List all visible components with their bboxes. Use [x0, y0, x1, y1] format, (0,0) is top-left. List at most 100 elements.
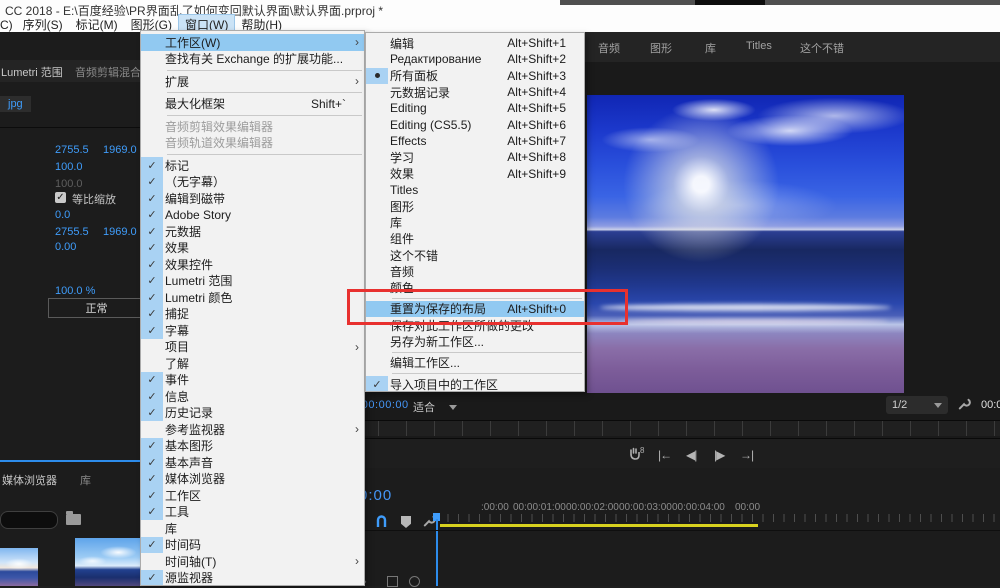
menu-item[interactable]: 组件 — [366, 231, 584, 247]
work-area-bar[interactable] — [440, 524, 758, 527]
menu-item[interactable]: ✓信息 — [141, 388, 364, 405]
menu-item[interactable]: ✓标记 — [141, 157, 364, 174]
menu-item[interactable]: ✓事件 — [141, 372, 364, 389]
effect-parameter-value[interactable]: 0.00 — [55, 241, 76, 253]
menu-item-label: 元数据 — [165, 223, 201, 240]
menu-item[interactable]: 音频轨道效果编辑器 — [141, 135, 364, 152]
menu-item-label: 库 — [390, 214, 402, 231]
clip-name-tab[interactable]: jpg — [0, 96, 31, 112]
menu-item[interactable]: Editing (CS5.5)Alt+Shift+6 — [366, 116, 584, 132]
menu-item-label: 组件 — [390, 230, 414, 247]
menu-item[interactable]: 查找有关 Exchange 的扩展功能... — [141, 51, 364, 68]
tab-libraries[interactable]: 库 — [80, 472, 91, 488]
panel-tab[interactable]: 音频 — [598, 40, 620, 56]
menu-item[interactable]: 音频 — [366, 263, 584, 279]
settings-wrench-icon[interactable] — [957, 397, 971, 416]
effect-parameter-value[interactable]: 1969.0 — [103, 226, 137, 238]
window-menu-popup: 工作区(W)›查找有关 Exchange 的扩展功能... 扩展› 最大化框架Shi… — [140, 30, 365, 586]
menu-item[interactable]: 学习Alt+Shift+8 — [366, 149, 584, 165]
menu-item[interactable]: 另存为新工作区... — [366, 333, 584, 349]
menu-item[interactable]: 元数据记录Alt+Shift+4 — [366, 84, 584, 100]
go-to-out-button[interactable]: →| — [740, 448, 753, 462]
menu-item[interactable]: 参考监视器› — [141, 421, 364, 438]
menu-item[interactable]: 项目› — [141, 339, 364, 356]
menu-item[interactable]: ✓源监视器 — [141, 570, 364, 587]
menu-item[interactable]: EditingAlt+Shift+5 — [366, 100, 584, 116]
blend-mode-dropdown[interactable]: 正常 — [48, 298, 145, 318]
menu-item[interactable]: 效果Alt+Shift+9 — [366, 165, 584, 181]
monitor-time-ruler[interactable] — [350, 420, 1000, 436]
playback-resolution-dropdown[interactable]: 1/2 — [886, 396, 948, 414]
menu-item[interactable]: 图形 — [366, 198, 584, 214]
record-icon[interactable] — [409, 576, 420, 587]
effect-parameter-value[interactable]: 0.0 — [55, 209, 70, 221]
check-spacer — [366, 84, 388, 100]
media-thumbnail[interactable] — [75, 538, 145, 586]
media-thumbnail[interactable] — [0, 548, 38, 586]
menu-item[interactable]: ✓导入项目中的工作区 — [366, 376, 584, 392]
effect-parameter-value[interactable]: 100.0 — [55, 161, 83, 173]
menu-item[interactable]: 音频剪辑效果编辑器 — [141, 118, 364, 135]
zoom-level-dropdown[interactable]: 适合 — [413, 399, 457, 415]
menu-item[interactable]: 编辑Alt+Shift+1 — [366, 35, 584, 51]
menu-item[interactable]: ✓基本图形 — [141, 438, 364, 455]
tab-media-browser[interactable]: 媒体浏览器 — [2, 472, 57, 488]
menu-item[interactable]: 库 — [366, 214, 584, 230]
menu-item[interactable]: ✓Lumetri 颜色 — [141, 289, 364, 306]
menu-item[interactable]: ✓工具 — [141, 504, 364, 521]
menu-item[interactable]: ✓捕捉 — [141, 306, 364, 323]
menu-item[interactable]: 最大化框架Shift+` — [141, 96, 364, 113]
menu-item[interactable]: Titles — [366, 182, 584, 198]
menu-item[interactable]: ✓Adobe Story — [141, 207, 364, 224]
menu-item[interactable]: 扩展› — [141, 73, 364, 90]
menu-item-label: 学习 — [390, 149, 414, 166]
step-back-button[interactable]: ◀| — [686, 448, 696, 462]
tab-audio-clip-mixer[interactable]: 音频剪辑混合器 — [75, 64, 145, 80]
menu-item[interactable]: 了解 — [141, 355, 364, 372]
menu-item[interactable]: 工作区(W)› — [141, 34, 364, 51]
sequence-icon[interactable] — [387, 576, 398, 587]
panel-tab[interactable]: Titles — [746, 40, 772, 52]
search-input[interactable] — [0, 511, 58, 529]
menu-item[interactable]: РедактированиеAlt+Shift+2 — [366, 51, 584, 67]
menu-item[interactable]: ✓（无字幕） — [141, 174, 364, 191]
folder-icon[interactable] — [66, 514, 81, 525]
menu-item[interactable]: 编辑工作区... — [366, 355, 584, 371]
menu-item[interactable]: ✓Lumetri 范围 — [141, 273, 364, 290]
submenu-arrow-icon: › — [355, 340, 359, 354]
menu-item[interactable]: ✓历史记录 — [141, 405, 364, 422]
menu-item[interactable]: ✓编辑到磁带 — [141, 190, 364, 207]
menu-item[interactable]: 时间轴(T)› — [141, 553, 364, 570]
menu-item[interactable]: 这个不错 — [366, 247, 584, 263]
panel-tab[interactable]: 这个不错 — [800, 40, 844, 56]
menu-item[interactable]: ✓媒体浏览器 — [141, 471, 364, 488]
hand-marker-icon[interactable]: 8 — [626, 445, 646, 463]
checkmark-icon: ✓ — [141, 223, 163, 240]
effect-parameter-value[interactable]: 2755.5 — [55, 144, 89, 156]
menu-item[interactable]: ✓工作区 — [141, 487, 364, 504]
tab-lumetri-scopes[interactable]: Lumetri 范围 — [1, 64, 63, 80]
menu-item[interactable]: ✓元数据 — [141, 223, 364, 240]
effect-parameter-value[interactable]: 2755.5 — [55, 226, 89, 238]
menu-item-label: 工具 — [165, 503, 189, 520]
menu-item[interactable]: ✓时间码 — [141, 537, 364, 554]
menu-item[interactable]: ✓效果 — [141, 240, 364, 257]
panel-tab[interactable]: 图形 — [650, 40, 672, 56]
effect-parameter-value[interactable]: 100.0 — [55, 178, 83, 190]
menu-item[interactable]: 库 — [141, 520, 364, 537]
checkbox-uniform-scale[interactable]: ✓ — [55, 192, 66, 203]
menu-item[interactable]: ✓效果控件 — [141, 256, 364, 273]
menu-item-label: Editing — [390, 101, 427, 115]
effect-parameter-value[interactable]: 100.0 % — [55, 285, 95, 297]
check-spacer — [141, 339, 163, 356]
chevron-down-icon — [934, 403, 942, 408]
menu-item[interactable]: ✓基本声音 — [141, 454, 364, 471]
check-spacer — [366, 149, 388, 165]
menu-item[interactable]: 所有面板Alt+Shift+3 — [366, 68, 584, 84]
go-to-in-button[interactable]: |← — [658, 448, 671, 462]
effect-parameter-value[interactable]: 1969.0 — [103, 144, 137, 156]
menu-item[interactable]: EffectsAlt+Shift+7 — [366, 133, 584, 149]
menu-item[interactable]: ✓字幕 — [141, 322, 364, 339]
panel-tab[interactable]: 库 — [705, 40, 716, 56]
step-forward-button[interactable]: |▶ — [714, 448, 724, 462]
